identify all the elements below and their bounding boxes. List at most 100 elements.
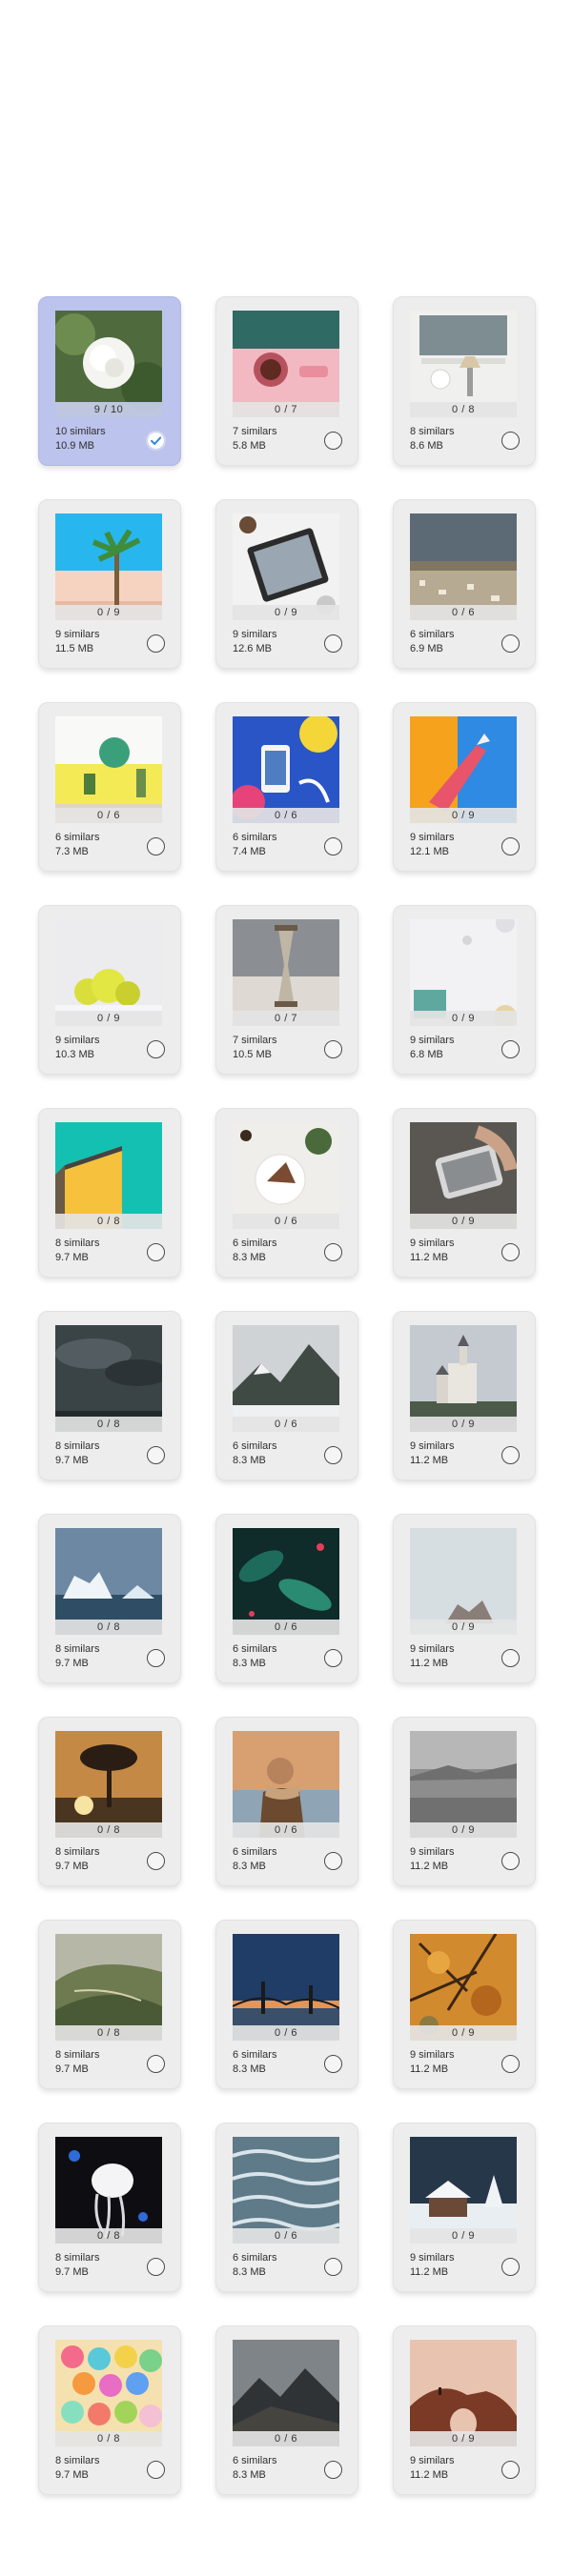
photo-group-card[interactable]: 0 / 6 6 similars 8.3 MB (215, 1920, 358, 2089)
select-radio-button[interactable] (501, 432, 520, 450)
similars-label: 8 similars (410, 426, 455, 437)
select-radio-button[interactable] (324, 2055, 342, 2073)
selection-count: 0 / 9 (410, 2228, 517, 2244)
photo-group-card[interactable]: 0 / 6 6 similars 8.3 MB (215, 1311, 358, 1480)
select-radio-button[interactable] (324, 1649, 342, 1667)
group-info: 8 similars 8.6 MB (410, 425, 454, 453)
photo-group-card[interactable]: 0 / 9 9 similars 11.2 MB (393, 1311, 536, 1480)
select-radio-button[interactable] (147, 2258, 165, 2276)
photo-group-card[interactable]: 0 / 6 6 similars 8.3 MB (215, 1108, 358, 1278)
photo-group-card[interactable]: 9 / 10 10 similars 10.9 MB (38, 296, 181, 466)
select-radio-button[interactable] (324, 1852, 342, 1870)
photo-group-card[interactable]: 0 / 8 8 similars 9.7 MB (38, 1717, 181, 1886)
photo-group-card[interactable]: 0 / 8 8 similars 9.7 MB (38, 1920, 181, 2089)
select-radio-button[interactable] (501, 1446, 520, 1464)
photo-group-card[interactable]: 0 / 7 7 similars 5.8 MB (215, 296, 358, 466)
group-size-label: 9.7 MB (55, 2469, 89, 2481)
similars-label: 9 similars (410, 1035, 455, 1046)
selection-count: 0 / 9 (410, 1011, 517, 1026)
select-radio-button[interactable] (501, 1649, 520, 1667)
selection-count: 0 / 7 (233, 402, 339, 417)
photo-group-card[interactable]: 0 / 9 9 similars 12.6 MB (215, 499, 358, 669)
select-radio-button[interactable] (501, 2258, 520, 2276)
similars-label: 8 similars (55, 1238, 100, 1249)
photo-group-card[interactable]: 0 / 9 9 similars 11.2 MB (393, 2123, 536, 2292)
photo-group-card[interactable]: 0 / 8 8 similars 9.7 MB (38, 2123, 181, 2292)
select-radio-button[interactable] (501, 1243, 520, 1261)
group-info: 6 similars 8.3 MB (233, 1642, 276, 1671)
photo-group-card[interactable]: 0 / 9 9 similars 12.1 MB (393, 702, 536, 872)
group-size-label: 9.7 MB (55, 1252, 89, 1263)
select-radio-button[interactable] (147, 1243, 165, 1261)
select-radio-button[interactable] (147, 2055, 165, 2073)
select-radio-button[interactable] (501, 1852, 520, 1870)
photo-group-card[interactable]: 0 / 9 9 similars 11.2 MB (393, 1108, 536, 1278)
group-info: 8 similars 9.7 MB (55, 1439, 99, 1468)
select-radio-button[interactable] (501, 634, 520, 653)
group-size-label: 9.7 MB (55, 1658, 89, 1669)
select-radio-button[interactable] (147, 1649, 165, 1667)
group-info: 6 similars 8.3 MB (233, 1845, 276, 1874)
select-radio-button[interactable] (324, 2258, 342, 2276)
select-radio-button[interactable] (324, 1040, 342, 1058)
select-radio-button[interactable] (147, 1446, 165, 1464)
similars-label: 8 similars (55, 1643, 100, 1655)
photo-group-card[interactable]: 0 / 9 9 similars 11.2 MB (393, 1514, 536, 1683)
select-radio-button[interactable] (324, 634, 342, 653)
photo-group-card[interactable]: 0 / 6 6 similars 7.4 MB (215, 702, 358, 872)
select-radio-button[interactable] (501, 1040, 520, 1058)
select-radio-button[interactable] (324, 432, 342, 450)
selection-count: 0 / 8 (410, 402, 517, 417)
group-size-label: 7.3 MB (55, 846, 89, 857)
photo-group-card[interactable]: 0 / 6 6 similars 8.3 MB (215, 1514, 358, 1683)
similars-label: 6 similars (410, 629, 455, 640)
group-info: 7 similars 5.8 MB (233, 425, 276, 453)
photo-group-card[interactable]: 0 / 6 6 similars 8.3 MB (215, 1717, 358, 1886)
photo-group-card[interactable]: 0 / 9 9 similars 11.2 MB (393, 1717, 536, 1886)
photo-group-card[interactable]: 0 / 9 9 similars 6.8 MB (393, 905, 536, 1075)
photo-group-card[interactable]: 0 / 9 9 similars 11.2 MB (393, 2325, 536, 2495)
select-radio-button[interactable] (501, 837, 520, 855)
select-radio-button[interactable] (147, 1040, 165, 1058)
photo-group-card[interactable]: 0 / 6 6 similars 8.3 MB (215, 2123, 358, 2292)
photo-group-card[interactable]: 0 / 9 9 similars 11.2 MB (393, 1920, 536, 2089)
group-size-label: 6.9 MB (410, 643, 443, 654)
selection-count: 0 / 7 (233, 1011, 339, 1026)
select-radio-button[interactable] (324, 1446, 342, 1464)
checkmark-icon[interactable] (147, 432, 165, 450)
selection-count: 0 / 6 (233, 2228, 339, 2244)
select-radio-button[interactable] (147, 837, 165, 855)
group-info: 9 similars 6.8 MB (410, 1034, 454, 1062)
group-info: 6 similars 8.3 MB (233, 2251, 276, 2280)
photo-group-card[interactable]: 0 / 6 6 similars 8.3 MB (215, 2325, 358, 2495)
photo-group-card[interactable]: 0 / 9 9 similars 11.5 MB (38, 499, 181, 669)
select-radio-button[interactable] (147, 634, 165, 653)
photo-group-card[interactable]: 0 / 8 8 similars 9.7 MB (38, 1514, 181, 1683)
similars-label: 7 similars (233, 426, 277, 437)
group-size-label: 9.7 MB (55, 2063, 89, 2075)
photo-group-card[interactable]: 0 / 8 8 similars 9.7 MB (38, 1311, 181, 1480)
select-radio-button[interactable] (501, 2461, 520, 2479)
photo-group-card[interactable]: 0 / 6 6 similars 6.9 MB (393, 499, 536, 669)
photo-group-card[interactable]: 0 / 8 8 similars 9.7 MB (38, 2325, 181, 2495)
select-radio-button[interactable] (324, 837, 342, 855)
group-size-label: 12.1 MB (410, 846, 449, 857)
select-radio-button[interactable] (501, 2055, 520, 2073)
group-size-label: 11.2 MB (410, 1861, 449, 1872)
selection-count: 0 / 8 (55, 1620, 162, 1635)
group-size-label: 11.2 MB (410, 1658, 449, 1669)
photo-group-card[interactable]: 0 / 7 7 similars 10.5 MB (215, 905, 358, 1075)
select-radio-button[interactable] (147, 1852, 165, 1870)
photo-group-card[interactable]: 0 / 6 6 similars 7.3 MB (38, 702, 181, 872)
group-size-label: 11.2 MB (410, 1455, 449, 1466)
selection-count: 0 / 6 (410, 605, 517, 620)
photo-group-card[interactable]: 0 / 8 8 similars 8.6 MB (393, 296, 536, 466)
similars-label: 6 similars (55, 832, 100, 843)
photo-group-card[interactable]: 0 / 8 8 similars 9.7 MB (38, 1108, 181, 1278)
select-radio-button[interactable] (147, 2461, 165, 2479)
select-radio-button[interactable] (324, 2461, 342, 2479)
group-info: 9 similars 11.2 MB (410, 1439, 454, 1468)
select-radio-button[interactable] (324, 1243, 342, 1261)
selection-count: 0 / 8 (55, 1214, 162, 1229)
photo-group-card[interactable]: 0 / 9 9 similars 10.3 MB (38, 905, 181, 1075)
